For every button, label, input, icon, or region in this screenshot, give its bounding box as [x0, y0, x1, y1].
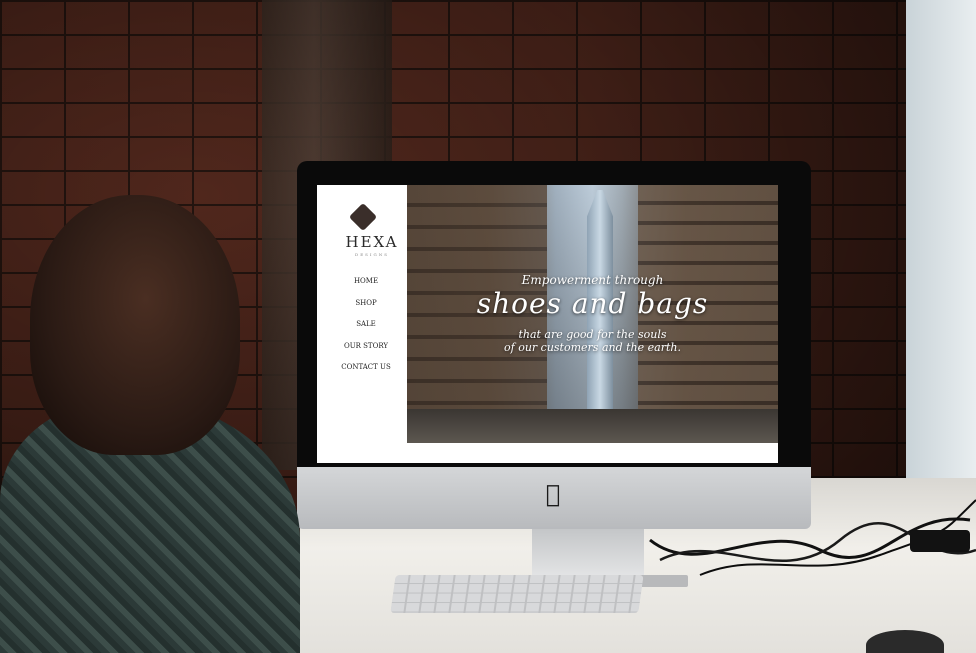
hexa-logo-icon[interactable] [348, 202, 378, 232]
site-sidebar: HEXA DESIGNS HOME SHOP SALE OUR STORY CO… [317, 185, 407, 453]
photo-scene:  HEXA DESIGNS HOME SHOP SALE OUR STORY … [0, 0, 976, 653]
keyboard [390, 575, 644, 613]
hero-title: shoes and bags [476, 287, 709, 320]
nav-item-contact-us[interactable]: CONTACT US [317, 357, 415, 379]
person-head [30, 195, 240, 455]
hero-banner: Empowerment through shoes and bags that … [407, 185, 778, 443]
hero-subtitle-line-2: of our customers and the earth. [504, 341, 681, 354]
monitor-stand [532, 529, 644, 581]
nav-item-shop[interactable]: SHOP [317, 293, 415, 315]
hero-subtitle-line-1: that are good for the souls [518, 328, 667, 341]
monitor-screen: HEXA DESIGNS HOME SHOP SALE OUR STORY CO… [317, 185, 778, 463]
apple-logo-icon:  [533, 480, 573, 508]
nav-item-our-story[interactable]: OUR STORY [317, 336, 415, 358]
window-light [906, 0, 976, 490]
hero-street [407, 409, 778, 443]
site-nav: HOME SHOP SALE OUR STORY CONTACT US [317, 271, 415, 379]
nav-item-sale[interactable]: SALE [317, 314, 415, 336]
mouse [866, 630, 944, 653]
hero-pretitle: Empowerment through [521, 273, 664, 287]
nav-item-home[interactable]: HOME [317, 271, 415, 293]
